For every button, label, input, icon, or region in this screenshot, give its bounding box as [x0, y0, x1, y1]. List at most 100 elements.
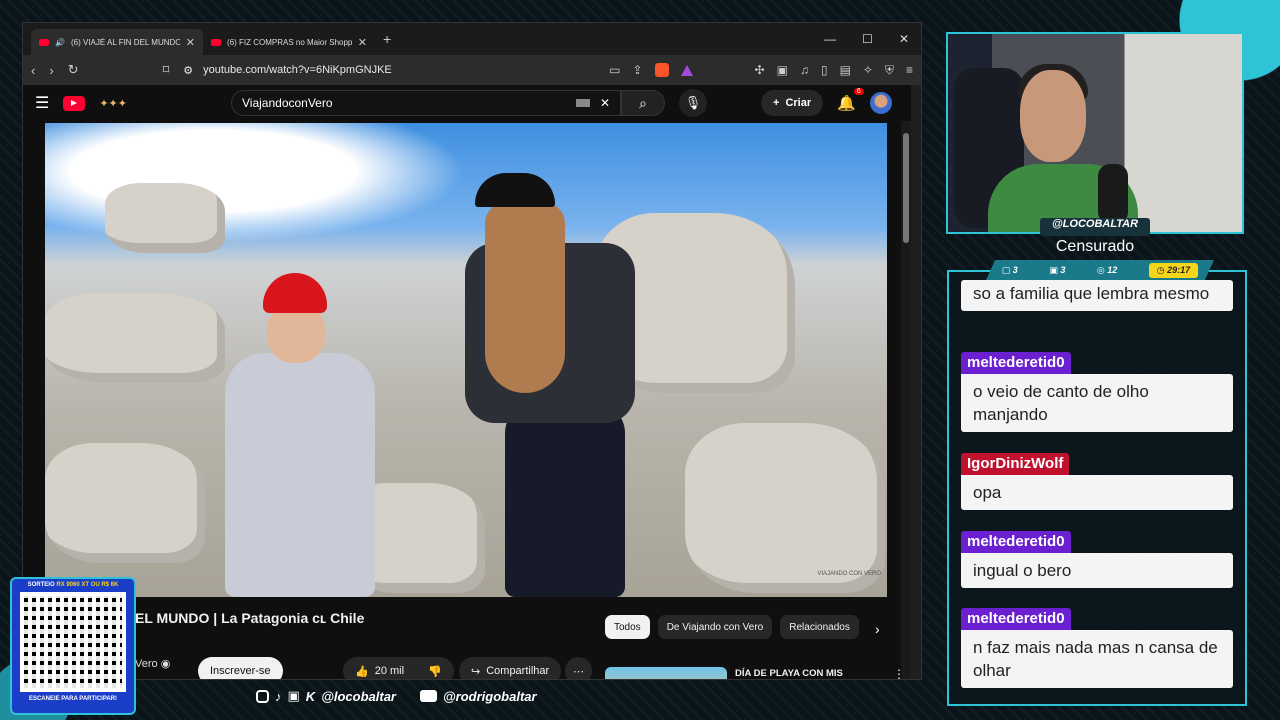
nav-bar: ‹ › ↻ ⌑ ⚙ youtube.com/watch?v=6NiKpmGNJK… — [23, 55, 921, 85]
speaker-icon: 🔊 — [55, 37, 65, 47]
chip-relacionados[interactable]: Relacionados — [780, 615, 859, 639]
avatar[interactable] — [869, 92, 892, 114]
more-actions-button[interactable]: ⋯ — [565, 657, 592, 679]
create-button[interactable]: + Criar — [761, 90, 824, 116]
notifications-button[interactable]: 🔔 6 — [837, 88, 864, 112]
webcam-feed — [946, 32, 1244, 234]
stat-followers-value: 12 — [1107, 264, 1118, 275]
youtube-favicon-icon — [39, 38, 49, 46]
new-tab-button[interactable]: + — [383, 31, 391, 47]
brave-shield-icon[interactable] — [654, 63, 669, 77]
media-icon[interactable]: ♫ — [800, 63, 809, 77]
bell-icon: 🔔 — [837, 95, 856, 112]
bookmark-icon[interactable]: ⌑ — [163, 62, 170, 78]
tab-fiz-compras[interactable]: (6) FIZ COMPRAS no Maior Shopping da Ch … — [203, 29, 375, 55]
chat-text: o veio de canto de olho manjando — [961, 374, 1233, 432]
mic-icon: 🎙 — [684, 95, 702, 110]
ai-icon[interactable]: ✧ — [863, 63, 873, 77]
stat-chat-value: 3 — [1012, 264, 1018, 275]
chat-text: ingual o bero — [961, 553, 1233, 588]
close-window-button[interactable]: ✕ — [899, 32, 909, 46]
chip-todos[interactable]: Todos — [605, 615, 650, 639]
window-controls: — ☐ ✕ — [824, 32, 921, 46]
scrollbar[interactable] — [901, 121, 911, 679]
clear-search-icon[interactable]: ✕ — [600, 96, 610, 110]
extensions-icon[interactable]: ✣ — [755, 63, 765, 77]
create-label: Criar — [785, 97, 812, 109]
youtube-handle: @rodrigobaltar — [443, 688, 537, 704]
back-icon[interactable]: ‹ — [31, 63, 35, 78]
recommended-title[interactable]: DÍA DE PLAYA CON MIS HERMANAS | Reveland… — [735, 667, 865, 679]
chevron-right-icon[interactable]: › — [875, 621, 880, 637]
giveaway-cta: ESCANEIE PARA PARTICIPAR! — [28, 696, 118, 702]
search-button[interactable]: ⌕ — [621, 90, 665, 116]
rock — [685, 423, 885, 593]
video-player[interactable]: VIAJANDO CON VERO — [45, 123, 887, 597]
chat-text: so a familia que lembra mesmo — [961, 280, 1233, 311]
red-hat — [263, 273, 327, 313]
hamburger-menu-icon[interactable]: ☰ — [35, 93, 49, 113]
rewards-icon[interactable] — [680, 64, 693, 76]
youtube-favicon-icon — [211, 38, 221, 46]
toolbar-icons: ▭ ⇪ ✣ ▣ ♫ ▯ ▤ ✧ ⛨ ≡ — [609, 63, 913, 78]
close-tab-icon[interactable]: ✕ — [186, 36, 195, 49]
scroll-thumb[interactable] — [903, 133, 909, 243]
leggings — [505, 403, 625, 597]
search-value: ViajandoconVero — [242, 96, 333, 110]
black-cap — [475, 173, 555, 207]
keyboard-icon[interactable] — [575, 99, 590, 107]
more-icon: ⋯ — [573, 665, 584, 678]
doodle-icon[interactable]: ✦✦✦ — [99, 97, 127, 110]
search-input[interactable]: ViajandoconVero ✕ — [231, 90, 621, 116]
like-button[interactable]: 👍 20 mil 👎 — [343, 657, 454, 679]
tab-viaje-al-fin[interactable]: 🔊 (6) VIAJÉ AL FIN DEL MUNDO | La P ✕ — [31, 29, 203, 55]
thumbs-up-icon: 👍 — [355, 665, 369, 678]
reload-icon[interactable]: ↻ — [68, 62, 79, 78]
stat-viewers: ▣ 3 — [1049, 264, 1066, 275]
wallet-icon[interactable]: ▤ — [840, 63, 851, 77]
youtube-header: ☰ ✦✦✦ ViajandoconVero ✕ ⌕ 🎙 + Criar 🔔 6 — [23, 85, 911, 121]
minimize-button[interactable]: — — [824, 32, 836, 46]
chat-text: opa — [961, 475, 1233, 510]
cast-icon[interactable]: ▭ — [609, 63, 620, 77]
menu-icon[interactable]: ≡ — [906, 63, 913, 77]
chat-message: so a familia que lembra mesmo — [961, 280, 1233, 311]
giveaway-title: SORTEIO RX 9060 XT OU R$ 6K — [12, 582, 134, 588]
channel-label: Vero — [135, 658, 158, 670]
censor-label: Censurado — [1055, 238, 1135, 255]
chat-panel: so a familia que lembra mesmo meltederet… — [947, 270, 1247, 706]
sidebar-icon[interactable]: ▯ — [821, 63, 828, 77]
recommended-video[interactable]: DÍA DE PLAYA CON MIS HERMANAS | Reveland… — [605, 667, 905, 679]
kebab-menu-icon[interactable]: ⋮ — [893, 667, 905, 679]
instagram-icon — [256, 689, 269, 703]
woman-red-hat — [225, 273, 375, 597]
subscribe-button[interactable]: Inscrever-se — [198, 657, 283, 679]
streamer-name-tag: @LOCOBALTAR — [1040, 218, 1150, 236]
forward-icon[interactable]: › — [49, 63, 53, 78]
vpn-icon[interactable]: ⛨ — [885, 63, 894, 78]
channel-name[interactable]: Vero ◉ — [135, 657, 170, 670]
site-info-icon[interactable]: ⚙ — [183, 64, 193, 77]
hair — [485, 203, 565, 393]
share-button[interactable]: ↪ Compartilhar — [459, 657, 562, 679]
close-tab-icon[interactable]: ✕ — [358, 36, 367, 49]
search-icon: ⌕ — [639, 94, 647, 111]
url-text: youtube.com/watch?v=6NiKpmGNJKE — [203, 64, 392, 76]
share-icon[interactable]: ⇪ — [632, 63, 642, 77]
maximize-button[interactable]: ☐ — [862, 32, 873, 46]
giveaway-title-a: SORTEIO — [27, 582, 57, 588]
kick-icon: K — [305, 688, 316, 704]
streamer-head — [1020, 70, 1086, 162]
address-bar[interactable]: ⚙ youtube.com/watch?v=6NiKpmGNJKE — [183, 64, 595, 77]
voice-search-button[interactable]: 🎙 — [679, 89, 707, 117]
stream-stats-bar: ▢ 3 ▣ 3 ◎ 12 ◷ 29:17 — [986, 260, 1214, 280]
chip-de-viajando[interactable]: De Viajando con Vero — [657, 615, 773, 639]
screenshot-icon[interactable]: ▣ — [777, 63, 788, 77]
youtube-logo-icon[interactable] — [63, 95, 86, 111]
recommended-thumbnail[interactable] — [605, 667, 727, 679]
tab-title: (6) FIZ COMPRAS no Maior Shopping da Ch — [227, 37, 352, 47]
rock — [45, 443, 205, 563]
chat-message: meltederetid0 n faz mais nada mas n cans… — [961, 608, 1233, 688]
microphone — [1098, 164, 1128, 224]
dislike-icon[interactable]: 👎 — [428, 665, 442, 678]
